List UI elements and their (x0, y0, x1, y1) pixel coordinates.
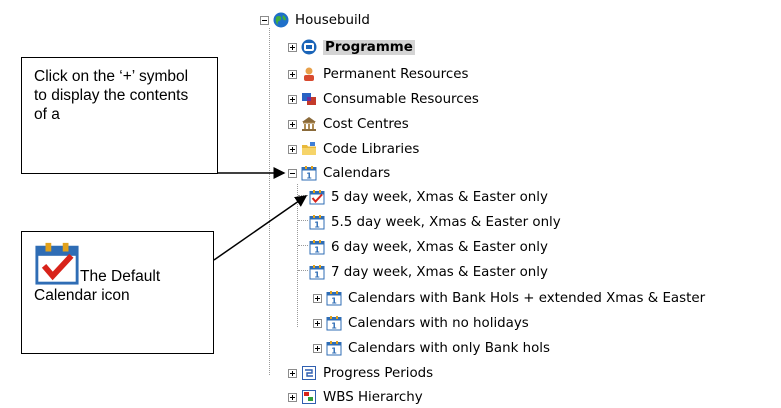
callout-arrows (213, 167, 308, 261)
arrow-to-default-calendar (213, 195, 308, 261)
